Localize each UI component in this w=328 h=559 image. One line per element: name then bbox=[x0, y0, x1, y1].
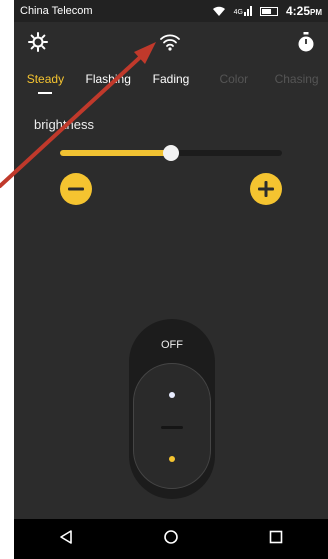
status-icons: 4G 4:25PM bbox=[212, 4, 322, 18]
tab-color[interactable]: Color bbox=[202, 70, 265, 100]
tab-chasing[interactable]: Chasing bbox=[265, 70, 328, 100]
tab-flashing[interactable]: Flashing bbox=[77, 70, 140, 100]
indicator-dot-white bbox=[169, 392, 175, 398]
brightness-slider[interactable] bbox=[60, 145, 282, 161]
settings-sun-icon[interactable] bbox=[26, 30, 50, 54]
battery-icon bbox=[259, 6, 278, 16]
slider-fill bbox=[60, 150, 171, 156]
clock: 4:25PM bbox=[285, 4, 322, 18]
recents-square-icon[interactable] bbox=[268, 529, 284, 550]
brightness-label: brightness bbox=[34, 117, 94, 132]
home-circle-icon[interactable] bbox=[163, 529, 179, 550]
timer-icon[interactable] bbox=[294, 30, 318, 54]
slider-thumb[interactable] bbox=[163, 145, 179, 161]
plus-icon bbox=[258, 181, 274, 197]
wifi-icon[interactable] bbox=[158, 30, 182, 54]
status-bar: China Telecom 4G 4:25PM bbox=[14, 0, 328, 22]
back-triangle-icon[interactable] bbox=[58, 529, 74, 550]
network-type: 4G bbox=[233, 9, 243, 16]
navigation-bar bbox=[14, 519, 328, 559]
wifi-status-icon bbox=[212, 6, 225, 16]
left-border bbox=[0, 0, 14, 559]
switch-off-label: OFF bbox=[161, 339, 183, 351]
power-switch[interactable]: OFF bbox=[129, 319, 215, 499]
indicator-dot-yellow bbox=[169, 456, 175, 462]
knob-grip bbox=[161, 426, 183, 429]
tab-steady[interactable]: Steady bbox=[14, 70, 77, 100]
increase-brightness-button[interactable] bbox=[250, 173, 282, 205]
top-toolbar bbox=[14, 28, 328, 56]
mode-tabs: Steady Flashing Fading Color Chasing bbox=[14, 70, 328, 100]
decrease-brightness-button[interactable] bbox=[60, 173, 92, 205]
minus-icon bbox=[68, 187, 84, 191]
app-screen: Steady Flashing Fading Color Chasing bri… bbox=[14, 22, 328, 519]
tab-fading[interactable]: Fading bbox=[140, 70, 203, 100]
carrier-name: China Telecom bbox=[20, 5, 93, 17]
switch-knob[interactable] bbox=[133, 363, 211, 489]
signal-icon: 4G bbox=[234, 6, 252, 16]
